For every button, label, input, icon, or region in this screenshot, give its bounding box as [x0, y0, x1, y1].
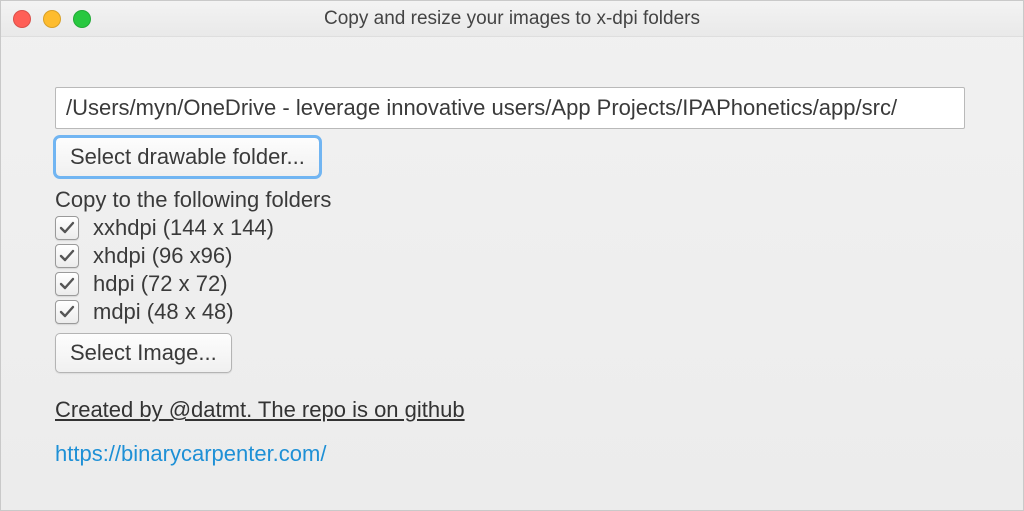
checkbox-hdpi[interactable] — [55, 272, 79, 296]
select-folder-button[interactable]: Select drawable folder... — [55, 137, 320, 177]
select-image-button[interactable]: Select Image... — [55, 333, 232, 373]
folder-option-label: mdpi (48 x 48) — [93, 299, 234, 325]
check-icon — [59, 248, 75, 264]
content-area: Select drawable folder... Copy to the fo… — [1, 37, 1023, 487]
checkbox-xhdpi[interactable] — [55, 244, 79, 268]
titlebar: Copy and resize your images to x-dpi fol… — [1, 1, 1023, 37]
zoom-icon[interactable] — [73, 10, 91, 28]
folder-option-label: xxhdpi (144 x 144) — [93, 215, 274, 241]
check-icon — [59, 304, 75, 320]
website-link[interactable]: https://binarycarpenter.com/ — [55, 441, 969, 467]
window-title: Copy and resize your images to x-dpi fol… — [0, 8, 1024, 30]
app-window: Copy and resize your images to x-dpi fol… — [0, 0, 1024, 511]
folder-option-label: xhdpi (96 x96) — [93, 243, 232, 269]
copy-folders-label: Copy to the following folders — [55, 187, 969, 213]
folder-option-row: hdpi (72 x 72) — [55, 271, 969, 297]
folder-option-row: xhdpi (96 x96) — [55, 243, 969, 269]
folder-option-row: mdpi (48 x 48) — [55, 299, 969, 325]
check-icon — [59, 220, 75, 236]
window-controls — [13, 10, 91, 28]
close-icon[interactable] — [13, 10, 31, 28]
folder-option-label: hdpi (72 x 72) — [93, 271, 228, 297]
minimize-icon[interactable] — [43, 10, 61, 28]
credit-text: Created by @datmt. The repo is on github — [55, 397, 969, 423]
folder-option-row: xxhdpi (144 x 144) — [55, 215, 969, 241]
checkbox-mdpi[interactable] — [55, 300, 79, 324]
checkbox-xxhdpi[interactable] — [55, 216, 79, 240]
check-icon — [59, 276, 75, 292]
path-input[interactable] — [55, 87, 965, 129]
